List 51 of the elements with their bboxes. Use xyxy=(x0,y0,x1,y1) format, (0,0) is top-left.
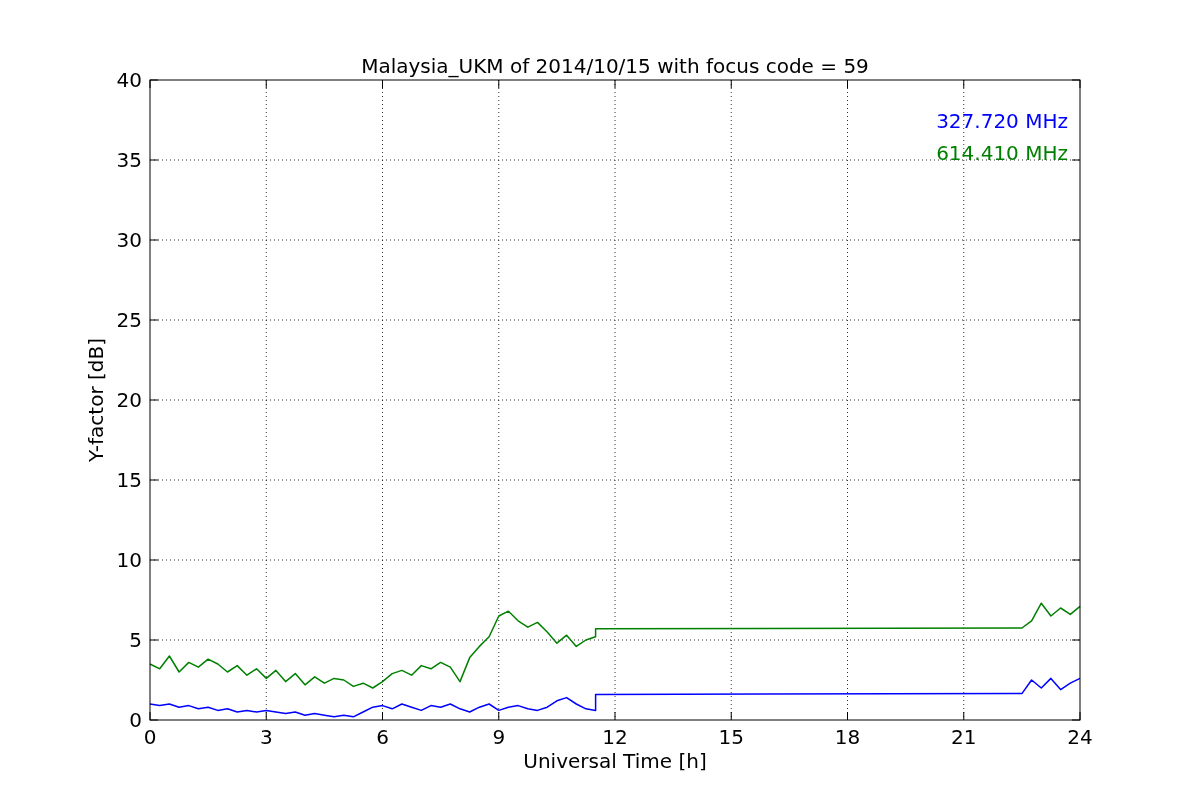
y-tick-label: 35 xyxy=(116,148,142,172)
tick-mark xyxy=(1071,319,1081,321)
legend-label: 327.720 MHz xyxy=(936,109,1068,133)
tick-mark xyxy=(149,639,159,641)
y-axis-label: Y-factor [dB] xyxy=(84,338,108,462)
y-tick-label: 20 xyxy=(116,388,142,412)
tick-mark xyxy=(382,711,383,721)
x-tick-label: 18 xyxy=(834,725,861,749)
tick-mark xyxy=(1071,639,1081,641)
y-tick-label: 5 xyxy=(129,628,142,652)
tick-mark xyxy=(963,711,965,721)
tick-mark xyxy=(149,479,159,481)
x-tick-label: 12 xyxy=(602,725,628,749)
tick-mark xyxy=(730,711,732,721)
tick-mark xyxy=(149,239,159,241)
y-tick-label: 10 xyxy=(116,548,142,572)
x-tick-label: 15 xyxy=(718,725,744,749)
tick-mark xyxy=(847,79,848,89)
y-tick-label: 15 xyxy=(116,468,142,492)
tick-mark xyxy=(730,79,732,89)
tick-mark xyxy=(1071,159,1081,161)
tick-mark xyxy=(149,399,159,401)
y-tick-label: 25 xyxy=(116,308,142,332)
tick-mark xyxy=(1071,479,1081,481)
x-axis-label: Universal Time [h] xyxy=(523,749,707,773)
x-tick-label: 9 xyxy=(492,725,506,749)
tick-mark xyxy=(847,711,848,721)
x-tick-label: 6 xyxy=(376,725,389,749)
x-tick-label: 0 xyxy=(143,725,157,749)
tick-mark xyxy=(498,711,500,721)
tick-mark xyxy=(265,711,267,721)
chart-title: Malaysia_UKM of 2014/10/15 with focus code = 59 xyxy=(361,54,869,78)
tick-mark xyxy=(614,711,616,721)
tick-mark xyxy=(1071,559,1081,561)
tick-mark xyxy=(149,319,159,321)
tick-mark xyxy=(265,79,267,89)
tick-mark xyxy=(1071,399,1081,401)
x-tick-label: 21 xyxy=(951,725,977,749)
tick-mark xyxy=(149,159,159,161)
x-tick-label: 24 xyxy=(1067,725,1093,749)
tick-mark xyxy=(614,79,616,89)
y-tick-label: 40 xyxy=(116,68,142,92)
y-tick-label: 0 xyxy=(129,708,142,732)
y-tick-label: 30 xyxy=(116,228,142,252)
tick-mark xyxy=(963,79,965,89)
tick-mark xyxy=(149,559,159,561)
tick-mark xyxy=(498,79,500,89)
legend-label: 614.410 MHz xyxy=(936,141,1068,165)
tick-mark xyxy=(382,79,383,89)
x-tick-label: 3 xyxy=(259,725,273,749)
tick-mark xyxy=(1071,239,1081,241)
